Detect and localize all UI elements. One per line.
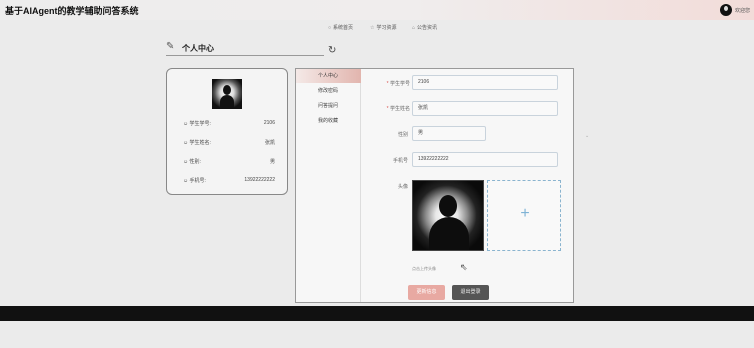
avatar-label: 头像 [397, 184, 408, 190]
upload-hint: 点击上传头像 [412, 266, 436, 271]
gender-label: 性别 [397, 132, 408, 138]
avatar-preview[interactable] [412, 180, 484, 251]
home-icon: ⌂ [412, 25, 416, 31]
menu-item-personal-center[interactable]: 个人中心 [296, 69, 361, 83]
info-label: ☺ 学生学号: [183, 121, 211, 127]
silhouette-body [429, 217, 469, 250]
chevron-down-icon: ⌄ [585, 133, 590, 139]
paperclip-icon: ✎ [166, 41, 175, 52]
side-menu: 个人中心 修改密码 问答提问 我的收藏 [296, 69, 361, 302]
nav-item-home-label: 系统首页 [333, 25, 354, 31]
info-value: 男 [269, 159, 275, 165]
info-value: 2106 [263, 120, 275, 126]
page-heading: ✎ 个人中心 ↻ [166, 40, 336, 56]
welcome-text: 欢迎您 [735, 8, 751, 14]
info-label: ☺ 手机号: [183, 178, 206, 184]
footer-bar [0, 306, 754, 321]
mouse-pointer-icon: ⇖ [460, 262, 468, 272]
info-row-gender: ☺ 性别: 男 [183, 158, 275, 166]
nav-item-news[interactable]: ⌂ 公告资讯 [412, 24, 437, 31]
user-avatar-icon[interactable] [720, 4, 732, 16]
avatar-upload-box[interactable]: + [487, 180, 561, 251]
student-name-label: * 学生姓名 [386, 106, 410, 112]
plus-icon: + [520, 205, 530, 222]
profile-summary-card: ☺ 学生学号: 2106 ☺ 学生姓名: 张凯 ☺ 性别: 男 ☺ 手机号: 1… [166, 68, 288, 195]
page-title: 个人中心 [182, 44, 214, 53]
nav-item-news-label: 公告资讯 [417, 25, 438, 31]
student-name-field[interactable]: 张凯 [412, 101, 558, 116]
nav-item-home[interactable]: ○ 系统首页 [328, 24, 353, 31]
info-label: ☺ 性别: [183, 159, 201, 165]
phone-field[interactable]: 13922222222 [412, 152, 558, 167]
info-value: 13922222222 [244, 177, 275, 183]
info-label: ☺ 学生姓名: [183, 140, 211, 146]
star-icon: ☆ [370, 25, 375, 31]
heading-divider [166, 55, 324, 56]
top-header-bar: 基于AIAgent的教学辅助问答系统 欢迎您 [0, 0, 754, 20]
app-title: 基于AIAgent的教学辅助问答系统 [5, 6, 139, 16]
menu-item-favorites[interactable]: 我的收藏 [296, 114, 361, 128]
phone-label: 手机号 [392, 158, 408, 164]
nav-item-resources-label: 学习资源 [376, 25, 397, 31]
profile-avatar [212, 79, 242, 109]
update-info-button[interactable]: 更新信息 [408, 285, 445, 300]
logout-button[interactable]: 退出登录 [452, 285, 489, 300]
menu-item-questions[interactable]: 问答提问 [296, 99, 361, 113]
info-value: 张凯 [264, 140, 275, 146]
student-id-field[interactable]: 2106 [412, 75, 558, 90]
nav-item-resources[interactable]: ☆ 学习资源 [370, 24, 397, 31]
refresh-icon: ↻ [328, 45, 337, 56]
gender-select[interactable]: 男 [412, 126, 486, 141]
student-id-label: * 学生学号 [386, 81, 410, 87]
info-row-student-id: ☺ 学生学号: 2106 [183, 120, 275, 128]
silhouette-head [439, 195, 457, 217]
info-row-student-name: ☺ 学生姓名: 张凯 [183, 139, 275, 147]
menu-item-change-password[interactable]: 修改密码 [296, 84, 361, 98]
info-row-phone: ☺ 手机号: 13922222222 [183, 177, 275, 185]
circle-icon: ○ [328, 25, 332, 31]
